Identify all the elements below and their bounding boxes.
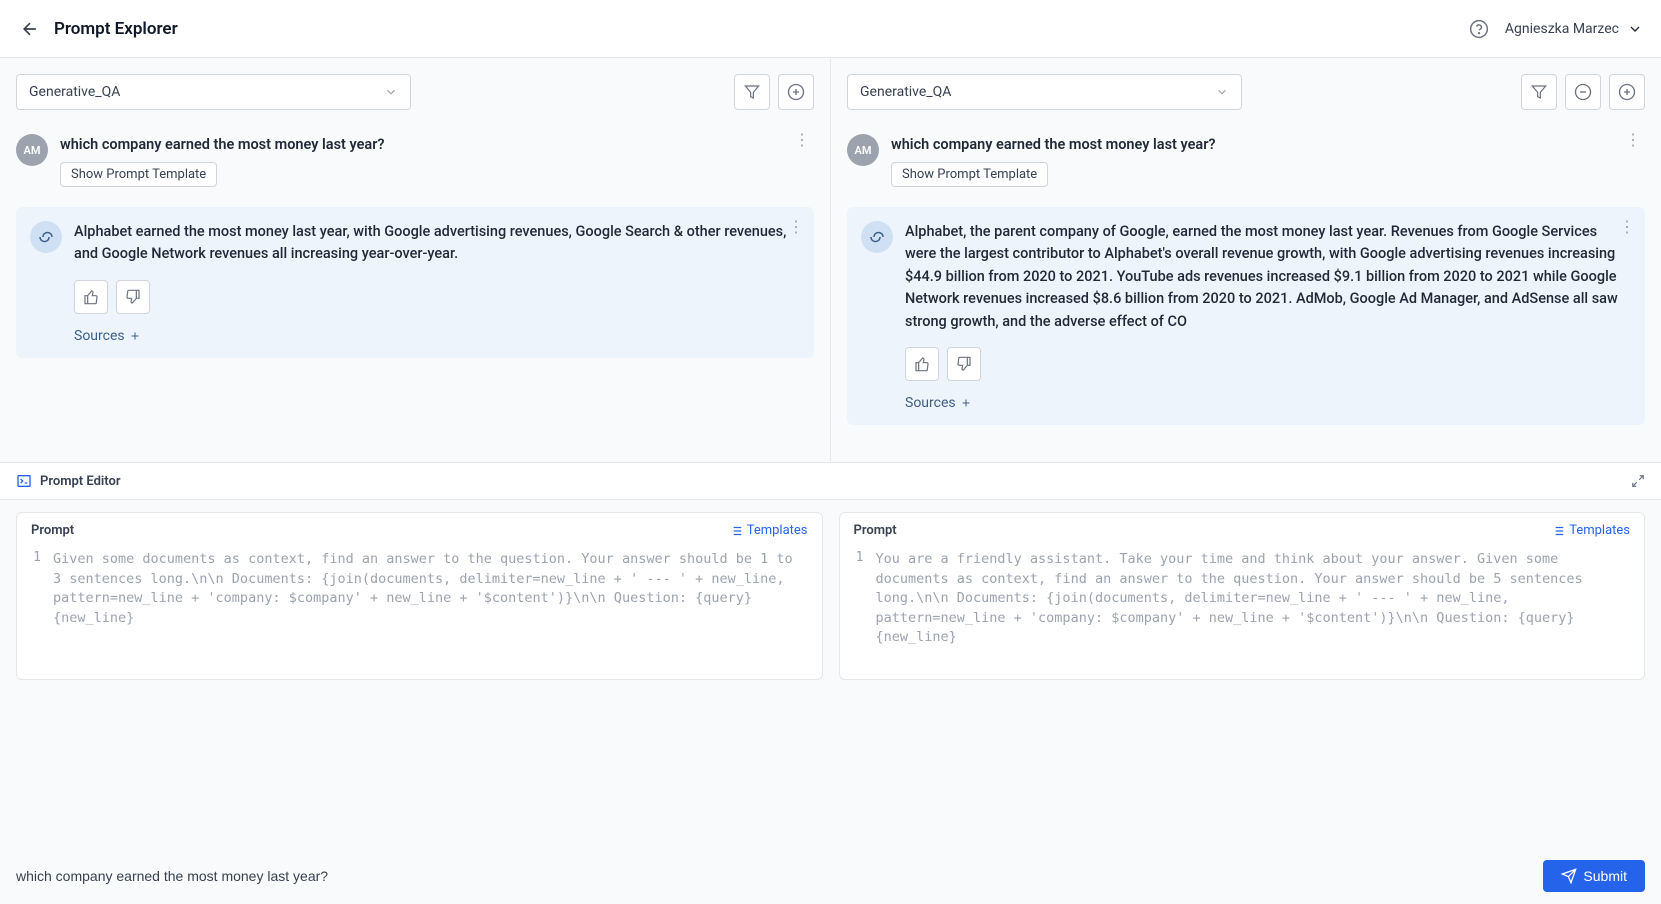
prompt-editor-left: Prompt Templates 1 Given some documents … (16, 512, 823, 680)
send-icon (1561, 868, 1577, 884)
expand-editor-button[interactable] (1631, 474, 1645, 488)
selector-row: Generative_QA (16, 74, 814, 110)
remove-pane-button[interactable] (1565, 74, 1601, 110)
editor-title: Prompt Editor (40, 474, 121, 489)
chevron-down-icon (1215, 85, 1229, 99)
thumbs-down-icon (956, 356, 972, 372)
back-button[interactable] (18, 17, 42, 41)
user-question-text: which company earned the most money last… (891, 134, 1645, 156)
select-value: Generative_QA (860, 84, 951, 100)
plus-icon (129, 330, 141, 342)
prompt-content: You are a friendly assistant. Take your … (876, 550, 1631, 648)
pane-left: Generative_QA ⋮ AM which company earned … (0, 58, 831, 462)
filter-icon (744, 84, 760, 100)
pane-right: Generative_QA ⋮ AM (831, 58, 1661, 462)
code-area[interactable]: 1 Given some documents as context, find … (17, 544, 822, 679)
chevron-down-icon (1627, 21, 1643, 37)
message-menu-button[interactable]: ⋮ (788, 217, 804, 236)
plus-circle-icon (1618, 83, 1636, 101)
prompt-label: Prompt (854, 523, 897, 538)
ai-message: ⋮ Alphabet earned the most money last ye… (16, 207, 814, 358)
templates-label: Templates (747, 523, 808, 538)
thumbs-up-button[interactable] (905, 347, 939, 381)
add-pane-button[interactable] (1609, 74, 1645, 110)
thumbs-down-icon (125, 289, 141, 305)
list-icon (1551, 524, 1565, 538)
sources-label: Sources (905, 395, 956, 411)
expand-icon (1631, 474, 1645, 488)
ai-message: ⋮ Alphabet, the parent company of Google… (847, 207, 1645, 425)
add-pane-button[interactable] (778, 74, 814, 110)
filter-button[interactable] (734, 74, 770, 110)
editor-header: Prompt Editor (0, 462, 1661, 500)
chevron-down-icon (384, 85, 398, 99)
thumbs-down-button[interactable] (116, 280, 150, 314)
help-icon (1469, 19, 1489, 39)
user-menu[interactable]: Agnieszka Marzec (1505, 21, 1643, 37)
list-icon (729, 524, 743, 538)
ai-avatar (861, 221, 893, 253)
header-right: Agnieszka Marzec (1469, 19, 1643, 39)
sources-label: Sources (74, 328, 125, 344)
message-menu-button[interactable]: ⋮ (1625, 130, 1641, 149)
minus-circle-icon (1574, 83, 1592, 101)
selector-row: Generative_QA (847, 74, 1645, 110)
user-message: ⋮ AM which company earned the most money… (16, 126, 814, 195)
editor-panes: Prompt Templates 1 Given some documents … (0, 500, 1661, 850)
message-menu-button[interactable]: ⋮ (1619, 217, 1635, 236)
line-number: 1 (31, 550, 41, 628)
help-button[interactable] (1469, 19, 1489, 39)
pipeline-select[interactable]: Generative_QA (847, 74, 1242, 110)
user-name: Agnieszka Marzec (1505, 21, 1619, 37)
sources-toggle[interactable]: Sources (905, 395, 972, 411)
content: Generative_QA ⋮ AM which company earned … (0, 58, 1661, 904)
prompt-editor-right: Prompt Templates 1 You are a friendly as… (839, 512, 1646, 680)
ai-answer-text: Alphabet, the parent company of Google, … (905, 221, 1631, 333)
plus-icon (960, 397, 972, 409)
templates-button[interactable]: Templates (1551, 523, 1630, 538)
submit-row: Submit (0, 850, 1661, 904)
filter-icon (1531, 84, 1547, 100)
feedback-row (74, 280, 800, 314)
user-avatar: AM (847, 134, 879, 166)
user-message: ⋮ AM which company earned the most money… (847, 126, 1645, 195)
editor-body: Prompt Templates 1 Given some documents … (0, 500, 1661, 904)
show-prompt-template-button[interactable]: Show Prompt Template (60, 162, 217, 187)
pipeline-select[interactable]: Generative_QA (16, 74, 411, 110)
line-number: 1 (854, 550, 864, 648)
user-avatar: AM (16, 134, 48, 166)
templates-button[interactable]: Templates (729, 523, 808, 538)
submit-button[interactable]: Submit (1543, 860, 1645, 892)
header-left: Prompt Explorer (18, 17, 178, 41)
prompt-content: Given some documents as context, find an… (53, 550, 808, 628)
ai-answer-text: Alphabet earned the most money last year… (74, 221, 800, 266)
user-question-text: which company earned the most money last… (60, 134, 814, 156)
query-input[interactable] (16, 868, 1531, 884)
thumbs-down-button[interactable] (947, 347, 981, 381)
comparison-panes: Generative_QA ⋮ AM which company earned … (0, 58, 1661, 462)
terminal-icon (16, 473, 32, 489)
ai-avatar (30, 221, 62, 253)
ai-icon (37, 228, 55, 246)
plus-circle-icon (787, 83, 805, 101)
filter-button[interactable] (1521, 74, 1557, 110)
app-header: Prompt Explorer Agnieszka Marzec (0, 0, 1661, 58)
prompt-label: Prompt (31, 523, 74, 538)
thumbs-up-button[interactable] (74, 280, 108, 314)
message-menu-button[interactable]: ⋮ (794, 130, 810, 149)
show-prompt-template-button[interactable]: Show Prompt Template (891, 162, 1048, 187)
page-title: Prompt Explorer (54, 19, 178, 39)
thumbs-up-icon (83, 289, 99, 305)
templates-label: Templates (1569, 523, 1630, 538)
feedback-row (905, 347, 1631, 381)
submit-label: Submit (1583, 868, 1627, 884)
code-area[interactable]: 1 You are a friendly assistant. Take you… (840, 544, 1645, 679)
select-value: Generative_QA (29, 84, 120, 100)
sources-toggle[interactable]: Sources (74, 328, 141, 344)
thumbs-up-icon (914, 356, 930, 372)
arrow-left-icon (20, 19, 40, 39)
ai-icon (868, 228, 886, 246)
